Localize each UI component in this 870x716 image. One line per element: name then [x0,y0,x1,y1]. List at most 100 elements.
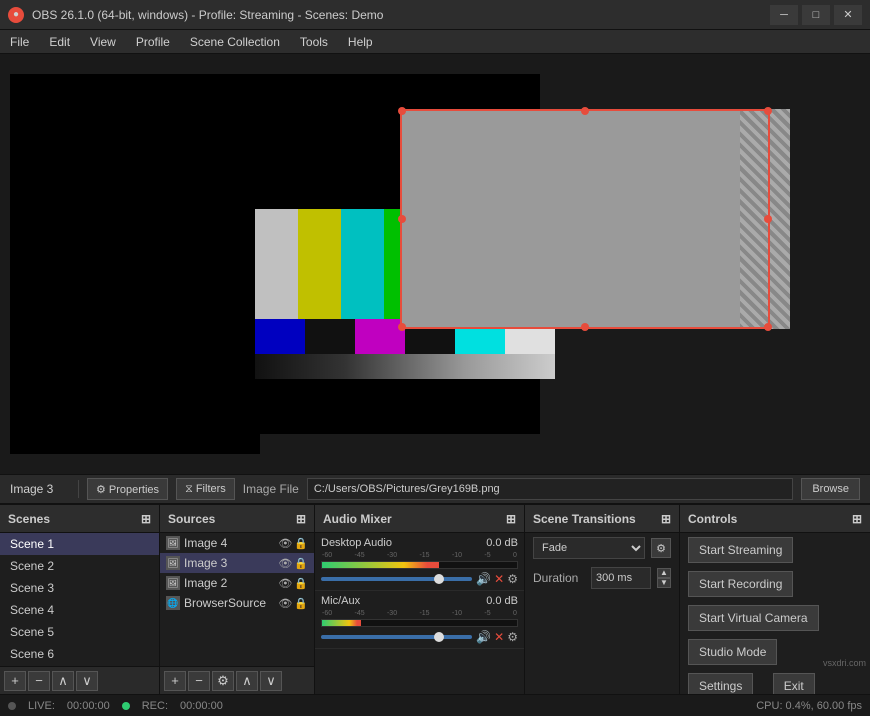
duration-spinner: ▲ ▼ [657,568,671,588]
controls-panel-header: Controls ⊞ [680,505,870,533]
menu-help[interactable]: Help [338,30,383,54]
source-item-image2[interactable]: 🖼 Image 2 👁 🔒 [160,573,314,593]
dark-left [10,74,260,454]
sources-label: Sources [168,512,215,526]
source-lock-icon-image2[interactable]: 🔒 [294,577,308,590]
remove-scene-button[interactable]: − [28,671,50,691]
bar-bot-black [305,319,355,354]
minimize-button[interactable]: ─ [770,5,798,25]
scene-item-2[interactable]: Scene 2 [0,555,159,577]
exit-button[interactable]: Exit [773,673,815,694]
source-item-image3[interactable]: 🖼 Image 3 👁 🔒 [160,553,314,573]
rec-status-dot [122,702,130,710]
duration-down-button[interactable]: ▼ [657,578,671,588]
maximize-button[interactable]: □ [802,5,830,25]
desktop-settings-icon[interactable]: ⚙ [507,572,518,586]
desktop-audio-slider[interactable] [321,577,472,581]
transition-type-select[interactable]: Fade Cut Swipe Slide Stinger Luma Wipe [533,537,645,559]
source-item-image4[interactable]: 🖼 Image 4 👁 🔒 [160,533,314,553]
bar-cyan [341,209,384,319]
scenes-list: Scene 1 Scene 2 Scene 3 Scene 4 Scene 5 … [0,533,159,666]
cpu-label: CPU: 0.4%, 60.00 fps [756,700,862,712]
scene-item-3[interactable]: Scene 3 [0,577,159,599]
add-source-button[interactable]: + [164,671,186,691]
desktop-audio-controls: 🔊 ✕ ⚙ [476,572,518,586]
mic-meter-ticks: -60-45-30-15-10-50 [321,610,518,617]
sources-panel: Sources ⊞ 🖼 Image 4 👁 🔒 🖼 Image 3 👁 🔒 [160,505,315,694]
duration-up-button[interactable]: ▲ [657,568,671,578]
audio-mixer-panel: Audio Mixer ⊞ Desktop Audio 0.0 dB -60-4… [315,505,525,694]
properties-button[interactable]: ⚙ Properties [87,478,168,500]
source-label-browser: BrowserSource [184,596,274,610]
source-lock-icon-browser[interactable]: 🔒 [294,597,308,610]
source-label-image4: Image 4 [184,536,274,550]
source-eye-icon-image3[interactable]: 👁 [278,557,292,570]
start-streaming-button[interactable]: Start Streaming [688,537,793,563]
image-file-label: Image File [243,482,299,496]
mic-audio-slider[interactable] [321,635,472,639]
source-item-browser[interactable]: 🌐 BrowserSource 👁 🔒 [160,593,314,613]
browse-button[interactable]: Browse [801,478,860,500]
gradient-strip [255,354,555,379]
audio-track-desktop-header: Desktop Audio 0.0 dB [321,537,518,549]
start-virtual-camera-button[interactable]: Start Virtual Camera [688,605,819,631]
scene-item-1[interactable]: Scene 1 [0,533,159,555]
settings-button[interactable]: Settings [688,673,753,694]
move-source-up-button[interactable]: ∧ [236,671,258,691]
scenes-panel: Scenes ⊞ Scene 1 Scene 2 Scene 3 Scene 4… [0,505,160,694]
rec-time: 00:00:00 [180,700,223,712]
source-lock-icon-image4[interactable]: 🔒 [294,537,308,550]
desktop-mute-icon[interactable]: 🔊 [476,572,491,586]
scene-item-4[interactable]: Scene 4 [0,599,159,621]
status-bar: LIVE: 00:00:00 REC: 00:00:00 CPU: 0.4%, … [0,694,870,716]
mic-mute-icon[interactable]: 🔊 [476,630,491,644]
duration-input[interactable] [591,567,651,589]
close-button[interactable]: ✕ [834,5,862,25]
menu-tools[interactable]: Tools [290,30,338,54]
bar-yellow [298,209,341,319]
scenes-panel-header: Scenes ⊞ [0,505,159,533]
source-eye-icon-image2[interactable]: 👁 [278,577,292,590]
transitions-panel-header: Scene Transitions ⊞ [525,505,679,533]
mic-audio-meter [321,619,518,627]
menu-view[interactable]: View [80,30,126,54]
menu-file[interactable]: File [0,30,39,54]
live-label: LIVE: [28,700,55,712]
menu-scene-collection[interactable]: Scene Collection [180,30,290,54]
scene-transitions-panel: Scene Transitions ⊞ Fade Cut Swipe Slide… [525,505,680,694]
start-recording-button[interactable]: Start Recording [688,571,793,597]
remove-source-button[interactable]: − [188,671,210,691]
studio-mode-button[interactable]: Studio Mode [688,639,777,665]
source-thumb-browser: 🌐 [166,596,180,610]
source-settings-button[interactable]: ⚙ [212,671,234,691]
add-scene-button[interactable]: + [4,671,26,691]
desktop-mute-toggle[interactable]: ✕ [494,572,504,586]
scene-item-6[interactable]: Scene 6 [0,643,159,665]
move-scene-up-button[interactable]: ∧ [52,671,74,691]
menu-profile[interactable]: Profile [126,30,180,54]
source-thumb-image2: 🖼 [166,576,180,590]
desktop-audio-meter [321,561,518,569]
source-eye-icon-browser[interactable]: 👁 [278,597,292,610]
app-icon: ● [8,7,24,23]
transition-type-row: Fade Cut Swipe Slide Stinger Luma Wipe ⚙ [525,533,679,563]
hatched-pattern [740,109,790,329]
sources-list: 🖼 Image 4 👁 🔒 🖼 Image 3 👁 🔒 🖼 Image 2 [160,533,314,666]
mic-audio-db: 0.0 dB [486,595,518,607]
file-path-input[interactable] [307,478,793,500]
grey-panel [400,109,770,329]
move-source-down-button[interactable]: ∨ [260,671,282,691]
filters-button[interactable]: ⧖ Filters [176,478,235,500]
menu-edit[interactable]: Edit [39,30,80,54]
source-controls-image3: 👁 🔒 [278,557,308,570]
bar-bot-mag [355,319,405,354]
move-scene-down-button[interactable]: ∨ [76,671,98,691]
rec-label: REC: [142,700,168,712]
transition-settings-button[interactable]: ⚙ [651,538,671,558]
source-lock-icon-image3[interactable]: 🔒 [294,557,308,570]
source-eye-icon-image4[interactable]: 👁 [278,537,292,550]
scene-canvas [0,54,870,474]
mic-settings-icon[interactable]: ⚙ [507,630,518,644]
scene-item-5[interactable]: Scene 5 [0,621,159,643]
mic-mute-toggle[interactable]: ✕ [494,630,504,644]
